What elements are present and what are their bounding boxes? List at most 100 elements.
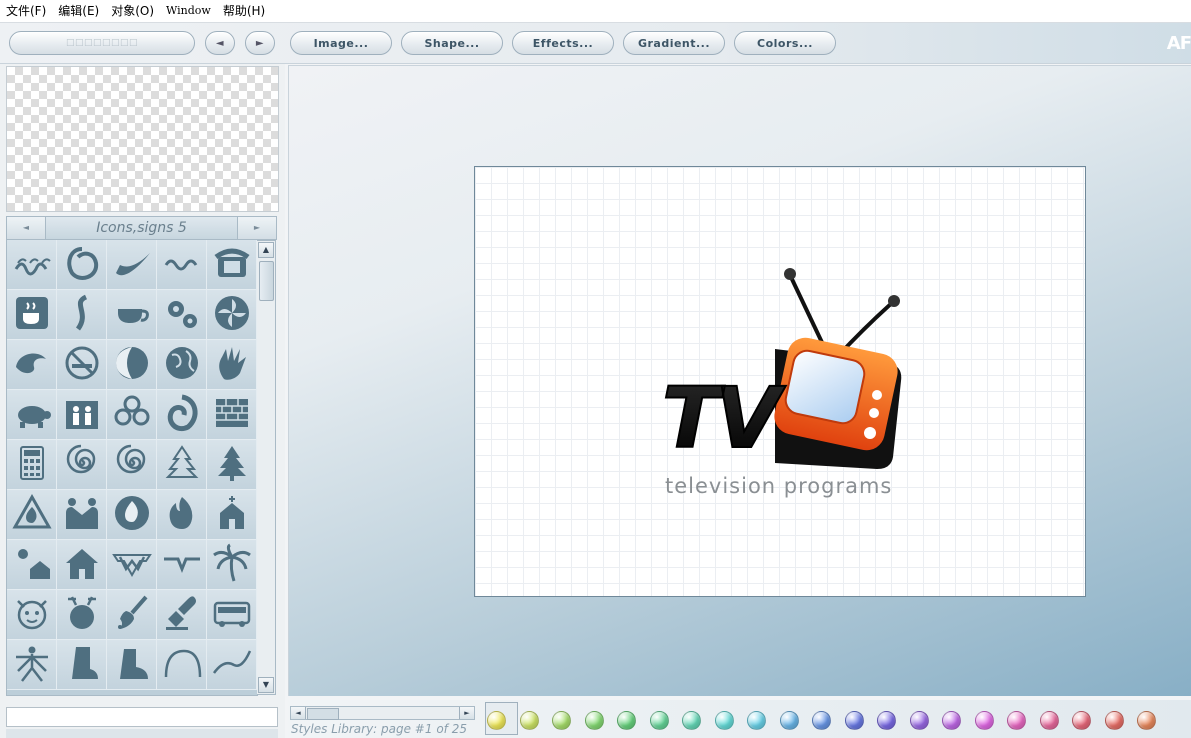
color-swatch[interactable] — [1007, 710, 1026, 730]
color-swatch[interactable] — [1104, 710, 1124, 730]
icon-cell[interactable] — [7, 240, 57, 290]
icon-cell[interactable] — [207, 240, 257, 290]
search-input[interactable]: □□□□□□□□ — [9, 31, 195, 55]
icon-cell[interactable] — [57, 240, 107, 290]
icon-cell[interactable] — [207, 440, 257, 490]
scroll-thumb[interactable] — [259, 261, 274, 301]
icon-cell[interactable] — [107, 290, 157, 340]
icon-cell[interactable] — [107, 590, 157, 640]
icon-cell[interactable] — [207, 640, 257, 690]
xmas-tree-icon — [212, 443, 252, 487]
color-swatch[interactable] — [1039, 710, 1059, 730]
icon-cell[interactable] — [7, 440, 57, 490]
color-swatch[interactable] — [779, 710, 799, 730]
styles-scroll-left[interactable]: ◄ — [291, 707, 306, 719]
color-swatch[interactable] — [812, 710, 831, 730]
icon-cell[interactable] — [207, 290, 257, 340]
icon-cell[interactable] — [7, 290, 57, 340]
icon-cell[interactable] — [157, 340, 207, 390]
icon-cell[interactable] — [57, 490, 107, 540]
icon-cell[interactable] — [207, 390, 257, 440]
icon-cell[interactable] — [7, 590, 57, 640]
shape-button[interactable]: Shape... — [401, 31, 503, 55]
icon-cell[interactable] — [157, 540, 207, 590]
color-swatch[interactable] — [519, 710, 539, 730]
color-swatch[interactable] — [487, 710, 506, 730]
scroll-down-button[interactable]: ▼ — [258, 677, 274, 693]
icon-cell[interactable] — [7, 540, 57, 590]
menu-help[interactable]: 帮助(H) — [217, 0, 271, 22]
icon-cell[interactable] — [157, 240, 207, 290]
swirl-icon — [62, 243, 102, 287]
icon-cell[interactable] — [157, 640, 207, 690]
icon-cell[interactable] — [207, 340, 257, 390]
icon-cell[interactable] — [107, 640, 157, 690]
icon-cell[interactable] — [57, 540, 107, 590]
icon-cell[interactable] — [57, 440, 107, 490]
icon-cell[interactable] — [107, 340, 157, 390]
icon-cell[interactable] — [7, 390, 57, 440]
icon-cell[interactable] — [57, 340, 107, 390]
name-input[interactable] — [6, 707, 278, 727]
icon-cell[interactable] — [7, 490, 57, 540]
menu-edit[interactable]: 编辑(E) — [52, 0, 105, 22]
library-next-button[interactable]: ► — [237, 217, 276, 239]
icon-cell[interactable] — [157, 440, 207, 490]
styles-scroll-right[interactable]: ► — [459, 707, 474, 719]
icon-cell[interactable] — [7, 640, 57, 690]
icon-cell[interactable] — [57, 640, 107, 690]
color-swatch[interactable] — [1072, 710, 1091, 730]
icon-cell[interactable] — [157, 590, 207, 640]
color-swatch[interactable] — [974, 710, 994, 730]
icon-grid-scrollbar[interactable]: ▲ ▼ — [257, 240, 276, 695]
styles-scrollbar[interactable]: ◄ ► — [290, 706, 475, 720]
icon-cell[interactable] — [7, 340, 57, 390]
icon-cell[interactable] — [107, 490, 157, 540]
effects-button[interactable]: Effects... — [512, 31, 614, 55]
arc-icon — [162, 643, 202, 687]
color-swatch[interactable] — [714, 710, 734, 730]
styles-scroll-thumb[interactable] — [307, 708, 339, 720]
color-swatch[interactable] — [909, 710, 929, 730]
scroll-up-button[interactable]: ▲ — [258, 242, 274, 258]
coffee-cup-sign-icon — [12, 293, 52, 337]
color-swatch[interactable] — [552, 710, 571, 730]
color-swatch[interactable] — [877, 710, 896, 730]
preview-area — [6, 66, 279, 212]
color-swatch[interactable] — [649, 710, 669, 730]
color-swatch[interactable] — [844, 710, 864, 730]
color-swatch[interactable] — [1137, 710, 1156, 730]
color-swatch[interactable] — [747, 710, 766, 730]
icon-cell[interactable] — [107, 540, 157, 590]
color-swatch[interactable] — [617, 710, 636, 730]
icon-cell[interactable] — [57, 390, 107, 440]
color-swatch[interactable] — [942, 710, 961, 730]
library-prev-button[interactable]: ◄ — [7, 217, 46, 239]
next-button[interactable]: ► — [245, 31, 275, 55]
menu-file[interactable]: 文件(F) — [0, 0, 52, 22]
color-swatch[interactable] — [584, 710, 604, 730]
icon-cell[interactable] — [107, 440, 157, 490]
image-button[interactable]: Image... — [290, 31, 392, 55]
icon-cell[interactable] — [57, 590, 107, 640]
prev-button[interactable]: ◄ — [205, 31, 235, 55]
icon-cell[interactable] — [107, 390, 157, 440]
icon-cell[interactable] — [157, 490, 207, 540]
icon-cell[interactable] — [207, 540, 257, 590]
menu-object[interactable]: 对象(O) — [105, 0, 160, 22]
icon-cell[interactable] — [57, 290, 107, 340]
icon-cell[interactable] — [207, 590, 257, 640]
icon-cell[interactable] — [107, 240, 157, 290]
tv-logo[interactable]: TV television programs — [475, 167, 1085, 596]
color-swatch[interactable] — [682, 710, 701, 730]
icon-cell[interactable] — [157, 290, 207, 340]
colors-button[interactable]: Colors... — [734, 31, 836, 55]
design-canvas[interactable]: TV television programs — [474, 166, 1086, 597]
gradient-button[interactable]: Gradient... — [623, 31, 725, 55]
menu-window[interactable]: Window — [160, 0, 217, 22]
sun-house-icon — [12, 543, 52, 587]
icon-cell[interactable] — [207, 490, 257, 540]
waves-curl-icon — [12, 243, 52, 287]
icon-cell[interactable] — [157, 390, 207, 440]
moon-phase-icon — [112, 343, 152, 387]
